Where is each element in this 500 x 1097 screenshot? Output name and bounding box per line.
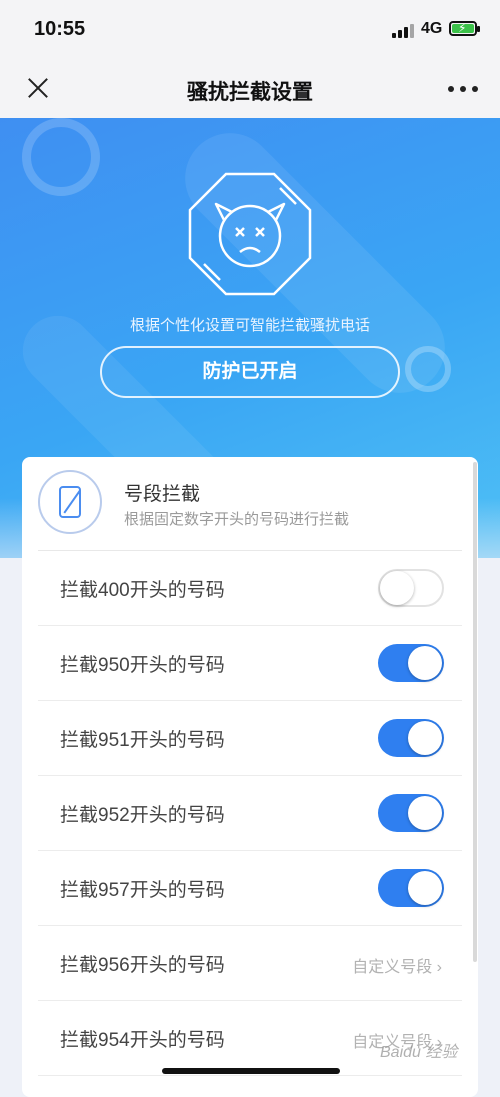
setting-label: 拦截950开头的号码 (60, 655, 225, 676)
signal-icon (392, 24, 414, 38)
guard-monster-icon (188, 172, 312, 296)
status-bar: 10:55 4G ⚡ (0, 0, 500, 60)
decor-ring (22, 118, 100, 196)
page-title: 骚扰拦截设置 (187, 81, 313, 104)
prefix-block-card: 号段拦截 根据固定数字开头的号码进行拦截 拦截400开头的号码 拦截950开头的号… (22, 457, 478, 1097)
setting-row[interactable]: 拦截950开头的号码 (38, 626, 462, 701)
card-description: 根据固定数字开头的号码进行拦截 (124, 511, 350, 528)
custom-prefix-link[interactable]: 自定义号段 › (352, 953, 442, 977)
setting-row[interactable]: 拦截951开头的号码 (38, 701, 462, 776)
setting-toggle[interactable] (378, 869, 444, 907)
setting-row[interactable]: 拦截956开头的号码 自定义号段 › (38, 926, 462, 1001)
setting-toggle[interactable] (378, 644, 444, 682)
card-title: 号段拦截 (124, 484, 201, 505)
nav-bar: 骚扰拦截设置 (0, 60, 500, 118)
phone-block-icon (38, 470, 102, 534)
setting-row[interactable]: 拦截400开头的号码 (38, 551, 462, 626)
setting-label: 拦截400开头的号码 (60, 580, 225, 601)
protection-status-button[interactable]: 防护已开启 (100, 346, 400, 398)
battery-icon: ⚡ (449, 21, 480, 36)
setting-label: 拦截956开头的号码 (60, 955, 225, 976)
status-time: 10:55 (34, 18, 86, 40)
setting-label: 拦截957开头的号码 (60, 880, 225, 901)
setting-toggle[interactable] (378, 569, 444, 607)
toggle-knob (408, 721, 442, 755)
setting-label: 拦截952开头的号码 (60, 805, 225, 826)
setting-toggle[interactable] (378, 719, 444, 757)
more-icon[interactable] (448, 86, 478, 92)
hero-subtitle: 根据个性化设置可智能拦截骚扰电话 (129, 317, 370, 334)
setting-label: 拦截954开头的号码 (60, 1030, 225, 1051)
watermark: Baidu 经验 (380, 1044, 458, 1061)
setting-row[interactable]: 拦截952开头的号码 (38, 776, 462, 851)
toggle-knob (408, 646, 442, 680)
decor-ring (405, 346, 451, 392)
toggle-knob (380, 571, 414, 605)
toggle-knob (408, 871, 442, 905)
setting-label: 拦截951开头的号码 (60, 730, 225, 751)
toggle-knob (408, 796, 442, 830)
setting-row[interactable]: 拦截957开头的号码 (38, 851, 462, 926)
network-type: 4G (421, 20, 443, 37)
setting-toggle[interactable] (378, 794, 444, 832)
home-indicator[interactable] (162, 1068, 340, 1074)
scrollbar[interactable] (473, 462, 477, 962)
